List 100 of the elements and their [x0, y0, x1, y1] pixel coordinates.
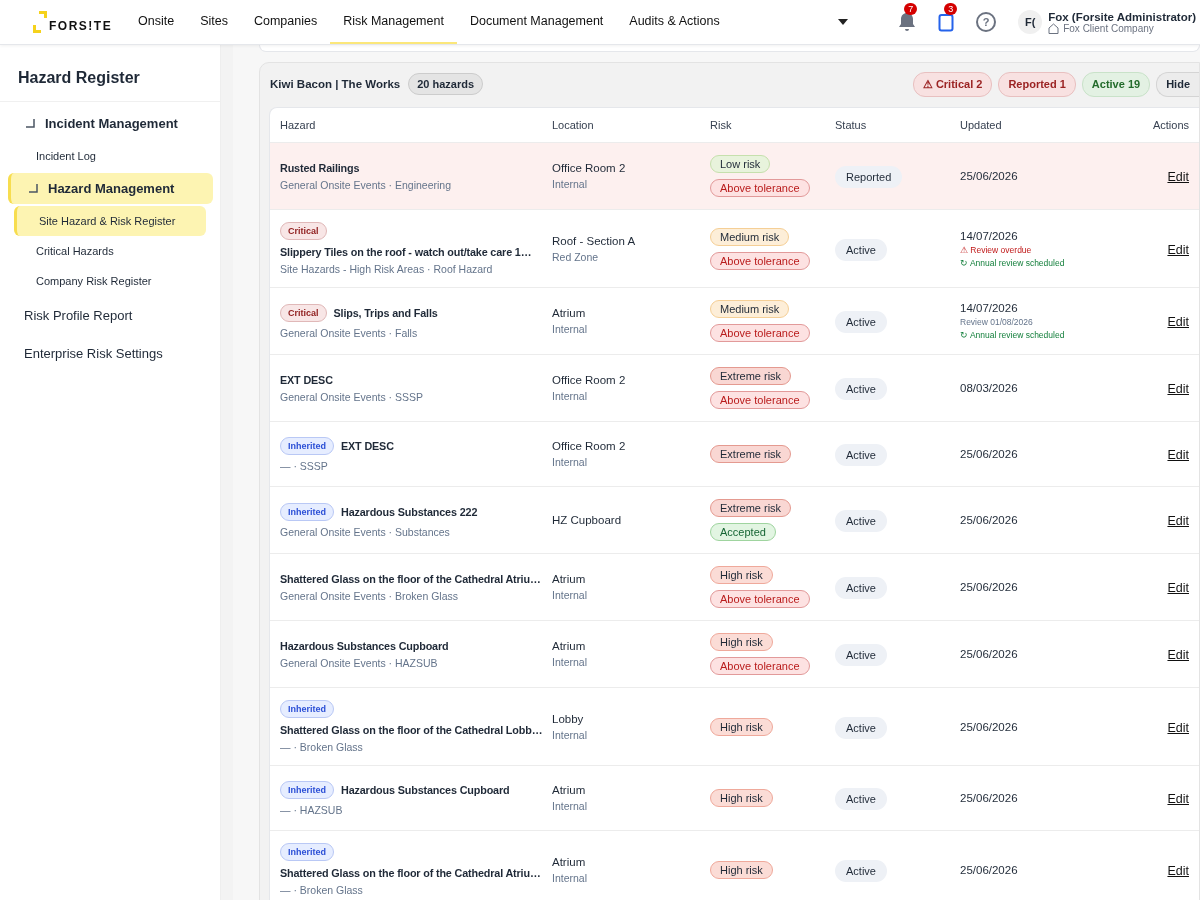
- sidebar-item[interactable]: Risk Profile Report: [0, 297, 220, 334]
- hazard-title[interactable]: Slips, Trips and Falls: [333, 306, 438, 319]
- risk-pill: High risk: [710, 633, 773, 651]
- updated-date: 25/06/2026: [960, 863, 1019, 876]
- sidebar-group[interactable]: Incident Management: [8, 108, 213, 139]
- hazard-category: — · Broken Glass: [280, 741, 364, 753]
- column-header: Risk: [710, 119, 733, 131]
- nav-tab[interactable]: Audits & Actions: [616, 0, 733, 44]
- sidebar-group[interactable]: Hazard Management: [8, 173, 213, 204]
- clipboard-icon[interactable]: [938, 12, 955, 32]
- review-note: ↻ Annual review scheduled: [960, 330, 1066, 340]
- logo-text: FORS!TE: [49, 19, 113, 33]
- hazard-title[interactable]: Rusted Railings: [280, 161, 360, 174]
- risk-pill: Above tolerance: [710, 324, 810, 342]
- sidebar-subitem[interactable]: Site Hazard & Risk Register: [14, 206, 206, 236]
- risk-pill: High risk: [710, 789, 773, 807]
- column-header: Actions: [1151, 119, 1189, 131]
- hazard-title[interactable]: EXT DESC: [341, 439, 394, 452]
- edit-link[interactable]: Edit: [1167, 170, 1189, 184]
- hazard-tag: Inherited: [280, 843, 334, 861]
- logo-mark-icon: [33, 11, 47, 33]
- filter-chip[interactable]: Reported 1: [998, 71, 1076, 97]
- location-name: Office Room 2: [552, 162, 627, 174]
- review-note: ↻ Annual review scheduled: [960, 257, 1066, 268]
- caret-icon[interactable]: [838, 19, 849, 25]
- help-button[interactable]: ?: [976, 12, 997, 32]
- updated-date: 25/06/2026: [960, 170, 1019, 182]
- updated-date: 25/06/2026: [960, 581, 1019, 593]
- risk-pill: Above tolerance: [710, 179, 810, 197]
- nav-tab[interactable]: Document Management: [456, 0, 617, 44]
- nav-tab[interactable]: Sites: [187, 0, 241, 44]
- edit-link[interactable]: Edit: [1167, 581, 1189, 595]
- edit-link[interactable]: Edit: [1167, 720, 1189, 735]
- location-name: Atrium: [552, 573, 587, 585]
- location-name: Lobby: [552, 712, 585, 725]
- nav-tab[interactable]: Onsite: [125, 0, 188, 44]
- hide-button[interactable]: Hide: [1156, 71, 1199, 97]
- sidebar-subitem[interactable]: Critical Hazards: [14, 236, 206, 266]
- updated-date: 25/06/2026: [960, 448, 1019, 460]
- hazard-tag: Critical: [280, 222, 327, 240]
- location-area: Internal: [552, 589, 710, 601]
- risk-pill: Accepted: [710, 523, 776, 541]
- hazard-tag: Inherited: [280, 502, 334, 521]
- edit-link[interactable]: Edit: [1167, 648, 1189, 662]
- hazard-title[interactable]: Shattered Glass on the floor of the Cathedral Atriu…: [280, 572, 541, 585]
- edit-link[interactable]: Edit: [1167, 315, 1189, 329]
- filter-chip[interactable]: ⚠ Critical 2: [912, 71, 993, 97]
- status-pill: Active: [835, 311, 887, 333]
- user-avatar[interactable]: F(: [1018, 10, 1043, 34]
- expand-icon: [29, 184, 38, 193]
- hazard-category: General Onsite Events · Broken Glass: [280, 589, 459, 602]
- column-header: Updated: [960, 119, 1003, 131]
- user-name: Fox (Forsite Administrator): [1048, 10, 1196, 23]
- bell-icon[interactable]: [898, 12, 917, 32]
- edit-link[interactable]: Edit: [1167, 448, 1189, 462]
- edit-link[interactable]: Edit: [1167, 792, 1189, 806]
- sidebar-title: Hazard Register: [0, 45, 220, 102]
- edit-link[interactable]: Edit: [1167, 514, 1189, 528]
- home-icon: [1048, 22, 1060, 34]
- risk-pill: Low risk: [710, 155, 771, 173]
- location-name: Roof - Section A: [552, 234, 637, 247]
- risk-pill: Extreme risk: [710, 445, 792, 463]
- hazard-title[interactable]: Shattered Glass on the floor of the Cathedral Lobb…: [280, 724, 543, 736]
- location-area: Internal: [552, 800, 710, 812]
- hazard-count: 20 hazards: [408, 73, 484, 95]
- hazard-title[interactable]: Hazardous Substances Cupboard: [341, 783, 510, 796]
- site-name: Kiwi Bacon | The Works: [270, 78, 401, 90]
- expand-icon: [26, 119, 35, 128]
- hazard-title[interactable]: Shattered Glass on the floor of the Cathedral Atriu…: [280, 867, 541, 879]
- hazard-title[interactable]: Hazardous Substances Cupboard: [280, 639, 449, 652]
- filter-chip[interactable]: Active 19: [1081, 71, 1151, 97]
- location-area: Internal: [552, 178, 710, 190]
- hazard-category: General Onsite Events · HAZSUB: [280, 656, 439, 669]
- risk-pill: Above tolerance: [710, 657, 810, 675]
- location-name: Atrium: [552, 784, 587, 796]
- status-pill: Active: [835, 378, 887, 400]
- risk-pill: Medium risk: [710, 227, 790, 246]
- status-pill: Active: [835, 788, 887, 810]
- hazard-category: — · SSSP: [280, 459, 329, 472]
- edit-link[interactable]: Edit: [1167, 863, 1189, 878]
- sidebar-subitem[interactable]: Incident Log: [14, 141, 206, 171]
- risk-pill: High risk: [710, 717, 773, 736]
- hazard-category: General Onsite Events · Engineering: [280, 178, 452, 191]
- sidebar-item[interactable]: Enterprise Risk Settings: [0, 335, 220, 372]
- location-name: Atrium: [552, 307, 587, 319]
- updated-date: 25/06/2026: [960, 648, 1019, 660]
- edit-link[interactable]: Edit: [1167, 242, 1189, 257]
- hazard-tag: Inherited: [280, 700, 334, 718]
- edit-link[interactable]: Edit: [1167, 382, 1189, 396]
- nav-tab[interactable]: Companies: [240, 0, 331, 44]
- risk-pill: Above tolerance: [710, 391, 810, 409]
- column-header: Status: [835, 119, 868, 131]
- hazard-title[interactable]: Hazardous Substances 222: [341, 505, 478, 518]
- location-area: Red Zone: [552, 250, 710, 263]
- sidebar-subitem[interactable]: Company Risk Register: [14, 266, 206, 296]
- hazard-title[interactable]: EXT DESC: [280, 373, 333, 386]
- hazard-tag: Inherited: [280, 780, 334, 799]
- hazard-title[interactable]: Slippery Tiles on the roof - watch out/take care 1…: [280, 246, 532, 258]
- status-pill: Active: [835, 644, 887, 666]
- company-name: Fox Client Company: [1063, 22, 1154, 34]
